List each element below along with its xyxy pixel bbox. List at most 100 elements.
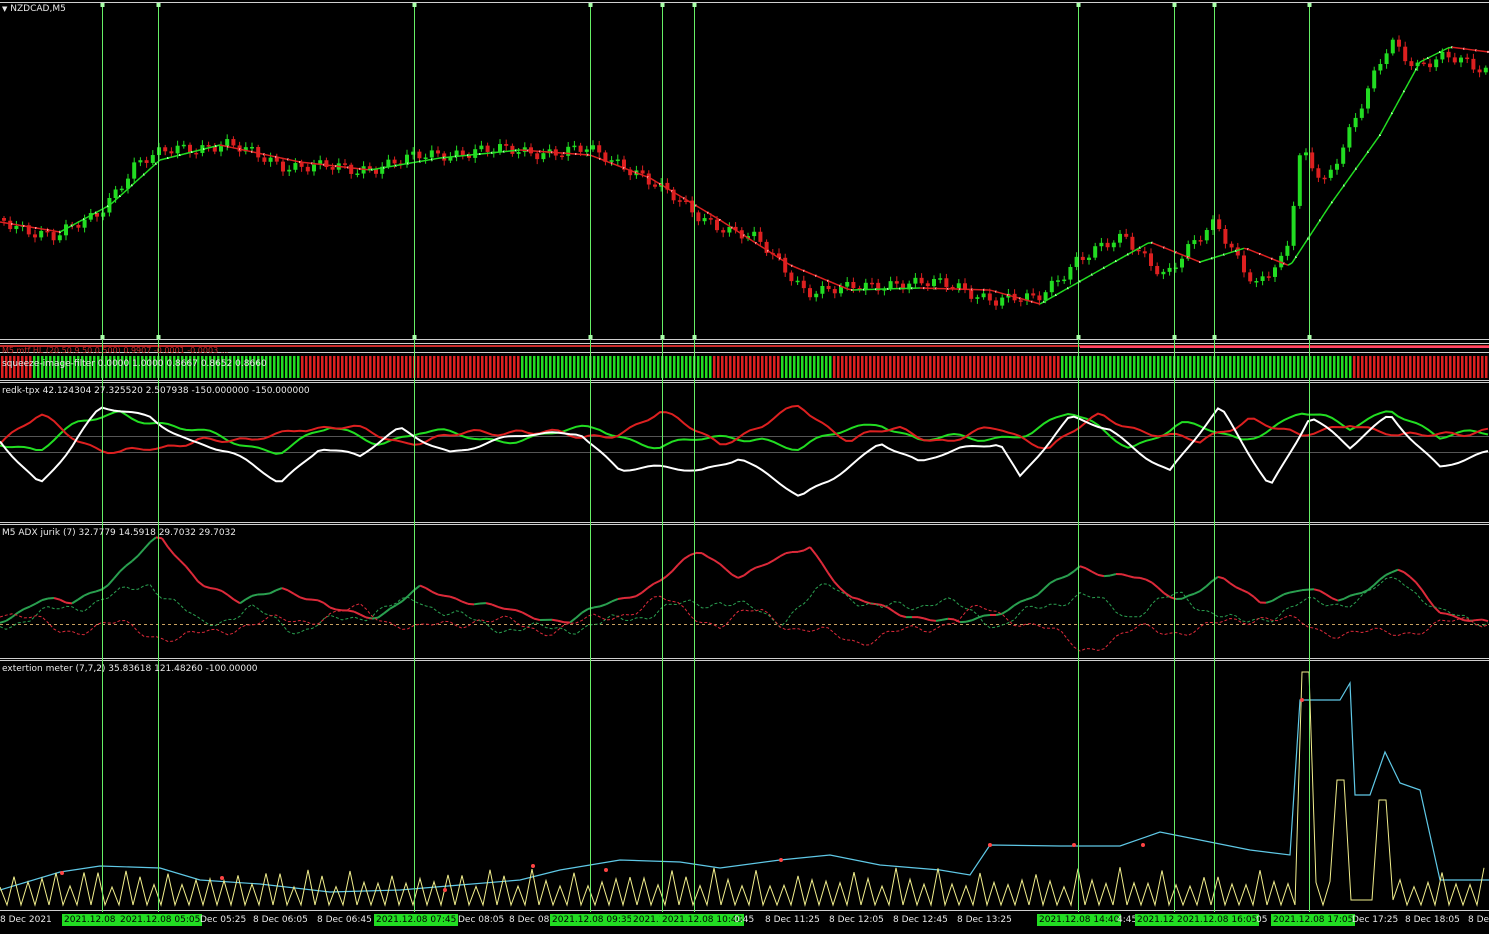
adx-main-segment [1217, 575, 1225, 580]
squeeze-bar [417, 356, 420, 378]
adx-main-segment [701, 552, 709, 558]
adx-main-segment [1403, 571, 1411, 578]
adx-main-segment [1139, 576, 1147, 581]
squeeze-bar [349, 356, 352, 378]
squeeze-bar [637, 356, 640, 378]
adx-main-segment [197, 580, 205, 587]
candle-body [516, 152, 521, 154]
adx-main-segment [737, 574, 745, 579]
candle-body [355, 173, 360, 176]
ma-segment [219, 144, 225, 147]
ma-segment [123, 188, 129, 193]
adx-main-segment [395, 600, 403, 607]
chart-canvas[interactable] [0, 0, 1489, 934]
candle-body [702, 218, 707, 222]
candle-body [76, 224, 81, 228]
ma-segment [1107, 262, 1113, 267]
adx-main-segment [863, 600, 871, 605]
candle-body [504, 144, 509, 146]
squeeze-bar [725, 356, 728, 378]
candle-body [293, 163, 298, 170]
candle-body [268, 157, 273, 162]
squeeze-bar [1049, 356, 1052, 378]
ma-segment [1399, 90, 1405, 99]
squeeze-bar [961, 356, 964, 378]
adx-main-segment [131, 554, 139, 562]
adx-main-segment [1187, 592, 1195, 597]
adx-main-segment [281, 587, 289, 592]
adx-main-segment [209, 586, 217, 590]
ma-segment [707, 212, 713, 216]
ma-segment [1175, 251, 1181, 255]
triangle-down-icon[interactable]: ▼ [2, 5, 7, 13]
candle-body [1000, 297, 1005, 306]
squeeze-bar [1097, 356, 1100, 378]
adx-di-minus-line [0, 595, 1489, 652]
adx-main-segment [503, 607, 511, 611]
squeeze-bar [453, 356, 456, 378]
squeeze-bar [1485, 356, 1488, 378]
ma-segment [1355, 162, 1361, 170]
symbol-header[interactable]: ▼ NZDCAD,M5 [2, 4, 66, 15]
candle-body [1285, 245, 1290, 256]
adx-main-segment [53, 597, 61, 601]
adx-main-segment [425, 587, 433, 593]
candle-body [789, 272, 794, 282]
candle-body [169, 151, 174, 154]
extertion-yellow-line [0, 671, 1485, 907]
adx-main-segment [233, 598, 241, 605]
adx-main-segment [383, 607, 391, 615]
squeeze-bar [593, 356, 596, 378]
squeeze-bar [933, 356, 936, 378]
adx-main-segment [611, 598, 619, 603]
adx-main-segment [1145, 578, 1153, 584]
adx-main-segment [41, 597, 49, 602]
adx-main-segment [971, 616, 979, 622]
candle-body [696, 212, 701, 222]
candle-body [956, 283, 961, 289]
candle-body [1105, 242, 1110, 248]
time-label-highlight: 2021.12. [1135, 914, 1180, 926]
candle-body [1037, 295, 1042, 301]
squeeze-bar [1425, 356, 1428, 378]
adx-main-segment [317, 599, 325, 604]
ma-segment [1479, 50, 1485, 53]
candle-body [392, 159, 397, 164]
candle-body [1378, 63, 1383, 71]
adx-main-segment [179, 559, 187, 568]
adx-main-segment [1151, 581, 1159, 589]
squeeze-bar [1313, 356, 1316, 378]
adx-main-segment [767, 559, 775, 565]
squeeze-bar [449, 356, 452, 378]
ma-segment [275, 156, 281, 159]
candle-body [1130, 236, 1135, 250]
squeeze-bar [1413, 356, 1416, 378]
extertion-signal-dot [1300, 698, 1304, 702]
adx-main-segment [581, 608, 589, 614]
adx-main-segment [947, 617, 955, 621]
squeeze-bar [1461, 356, 1464, 378]
ma-segment [1271, 258, 1277, 262]
squeeze-bar [1233, 356, 1236, 378]
candle-body [349, 164, 354, 174]
ma-segment [675, 192, 681, 197]
squeeze-bar [1417, 356, 1420, 378]
ma-segment [1191, 258, 1197, 262]
time-label: 8 Dec 06:45 [317, 915, 372, 925]
squeeze-bar [697, 356, 700, 378]
candle-body [1366, 88, 1370, 109]
ma-segment [1067, 285, 1073, 289]
ma-segment [1323, 207, 1329, 215]
candle-body [14, 225, 19, 230]
squeeze-bar [1481, 356, 1484, 378]
squeeze-bar [561, 356, 564, 378]
adx-main-segment [635, 591, 643, 598]
candle-body [436, 150, 440, 154]
squeeze-bar [597, 356, 600, 378]
vline-marker-bottom [1076, 335, 1081, 339]
ma-segment [1139, 244, 1145, 249]
adx-main-segment [983, 614, 991, 617]
squeeze-bar [525, 356, 528, 378]
ma-segment [1383, 120, 1389, 129]
candle-body [1347, 127, 1352, 148]
